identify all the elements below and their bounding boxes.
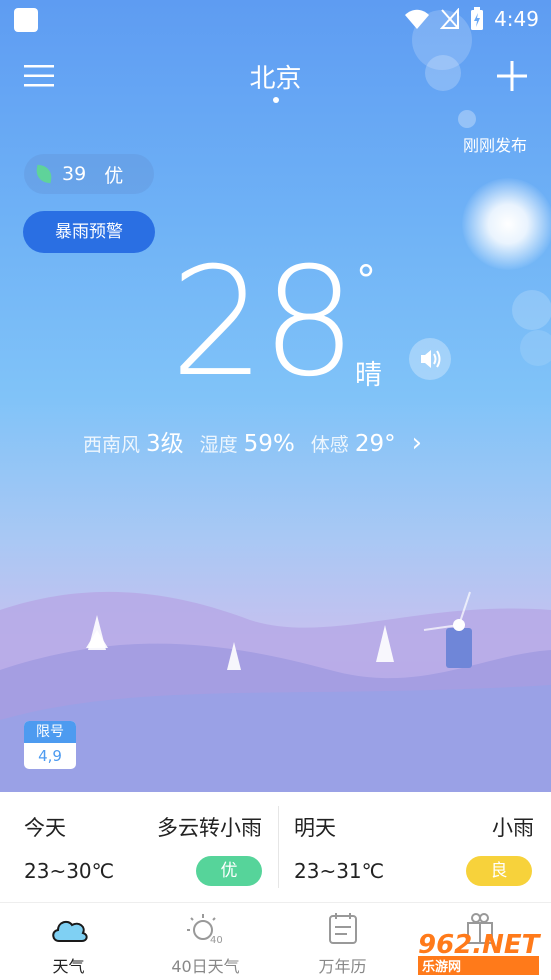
feels-like-value: 29°: [354, 431, 396, 457]
forecast-day: 今天: [24, 816, 66, 840]
wifi-icon: [405, 9, 430, 29]
forecast-today[interactable]: 今天 多云转小雨 23~30℃ 优: [0, 792, 278, 902]
update-time: 刚刚发布: [462, 136, 527, 155]
forecast-day: 明天: [294, 816, 336, 840]
weather-alert-button[interactable]: 暴雨预警: [23, 211, 155, 253]
restriction-numbers: 4,9: [38, 747, 62, 765]
current-condition: 晴: [355, 360, 382, 391]
forecast-weather: 小雨: [492, 816, 534, 840]
tab-label: 40日天气: [171, 957, 240, 976]
tab-label: 万年历: [318, 957, 367, 976]
notification-icon: [14, 8, 38, 32]
status-time: 4:49: [494, 7, 539, 31]
humidity-label: 湿度: [199, 434, 238, 456]
tab-calendar[interactable]: 万年历: [274, 903, 411, 980]
page-indicator: [273, 97, 279, 103]
calendar-icon: [328, 913, 357, 944]
aqi-badge[interactable]: 39 优: [24, 154, 154, 194]
forecast-temp-range: 23~30℃: [24, 859, 115, 883]
restriction-title: 限号: [24, 721, 76, 743]
site-watermark: 962.NET 乐游网: [418, 930, 540, 975]
humidity-value: 59%: [243, 431, 295, 457]
lens-flare: [458, 110, 476, 128]
voice-broadcast-button[interactable]: [409, 338, 451, 380]
aqi-level: 优: [104, 164, 124, 187]
leaf-icon: [34, 164, 54, 184]
chevron-right-icon: ›: [411, 428, 422, 458]
forecast-tomorrow[interactable]: 明天 小雨 23~31℃ 良: [279, 792, 551, 902]
city-name[interactable]: 北京: [0, 58, 551, 95]
current-temperature: 28: [170, 236, 357, 410]
tab-label: 天气: [52, 957, 85, 976]
forecast-temp-range: 23~31℃: [294, 859, 385, 883]
feels-like-label: 体感: [310, 434, 349, 456]
hills-illustration: [0, 591, 551, 792]
aqi-value: 39: [62, 163, 87, 185]
forecast-aqi-badge: 良: [466, 856, 532, 886]
svg-text:40: 40: [210, 935, 223, 945]
signal-icon: [440, 8, 460, 29]
status-icons: 4:49: [404, 6, 539, 32]
forecast-weather: 多云转小雨: [157, 816, 262, 840]
battery-icon: [471, 7, 484, 30]
status-bar: 4:49: [0, 0, 551, 38]
tab-weather[interactable]: 天气: [0, 903, 137, 980]
traffic-restriction-badge[interactable]: 限号 4,9: [24, 721, 76, 769]
sun-40-icon: 40: [186, 914, 223, 945]
wind-label: 西南风: [83, 434, 141, 456]
lens-flare: [520, 330, 551, 366]
lens-flare: [512, 290, 551, 330]
degree-symbol: °: [356, 258, 376, 304]
cloud-icon: [51, 920, 88, 942]
tab-40-day[interactable]: 40 40日天气: [137, 903, 274, 980]
add-city-icon[interactable]: [497, 61, 527, 91]
speaker-icon: [421, 350, 441, 368]
sun-glow: [462, 178, 551, 270]
forecast-panel: 今天 多云转小雨 23~30℃ 优 明天 小雨 23~31℃ 良: [0, 792, 551, 902]
wind-value: 3级: [146, 431, 184, 457]
forecast-aqi-badge: 优: [196, 856, 262, 886]
weather-details[interactable]: 西南风 3级 湿度 59% 体感 29° ›: [83, 424, 432, 458]
